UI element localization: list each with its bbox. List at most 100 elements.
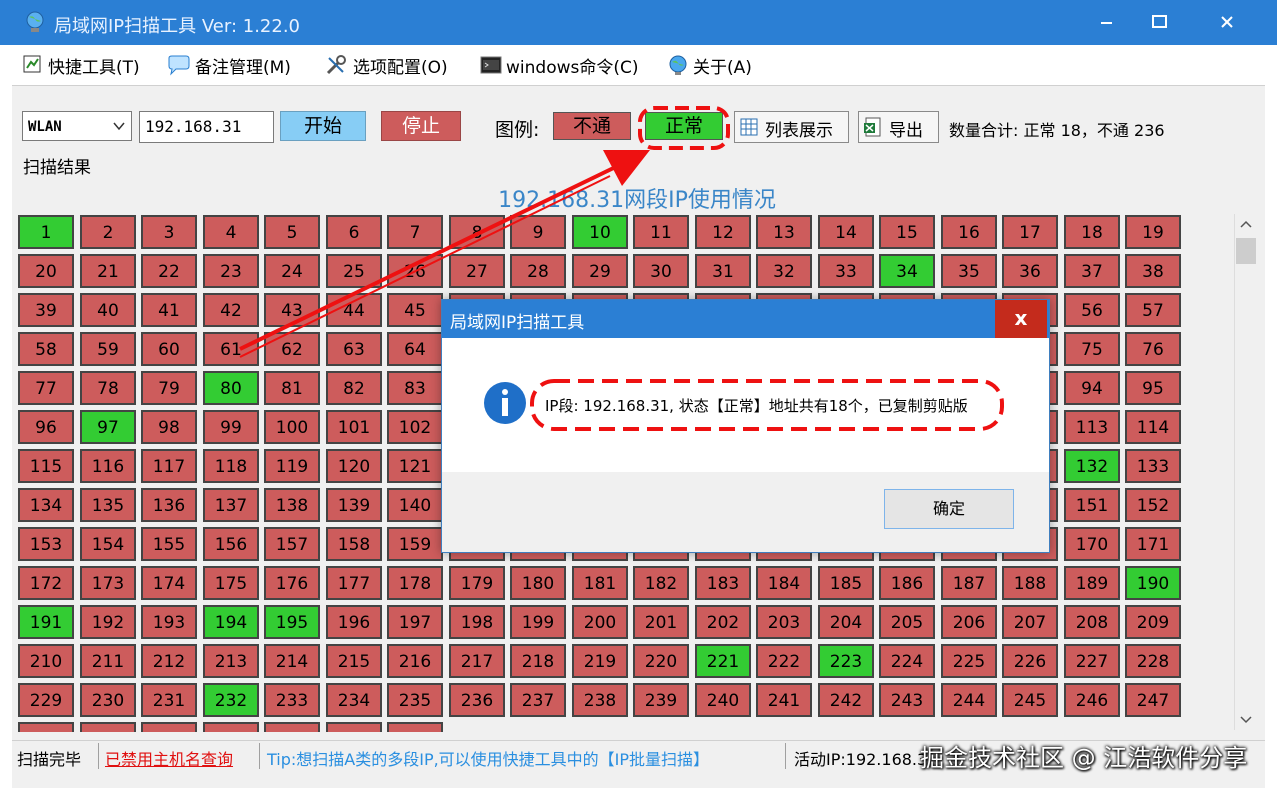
ip-cell-242[interactable]: 242 — [818, 683, 874, 717]
ip-cell-238[interactable]: 238 — [572, 683, 628, 717]
ip-cell-102[interactable]: 102 — [387, 410, 443, 444]
scroll-down-icon[interactable] — [1235, 710, 1257, 730]
ip-cell-245[interactable]: 245 — [1002, 683, 1058, 717]
ip-cell-100[interactable]: 100 — [264, 410, 320, 444]
ip-cell-59[interactable]: 59 — [80, 332, 136, 366]
ip-cell-185[interactable]: 185 — [818, 566, 874, 600]
ip-cell-189[interactable]: 189 — [1064, 566, 1120, 600]
ip-cell-184[interactable]: 184 — [756, 566, 812, 600]
ip-cell-82[interactable]: 82 — [326, 371, 382, 405]
ip-cell-75[interactable]: 75 — [1064, 332, 1120, 366]
ip-cell-98[interactable]: 98 — [141, 410, 197, 444]
ip-cell-41[interactable]: 41 — [141, 293, 197, 327]
ip-cell-97[interactable]: 97 — [80, 410, 136, 444]
ip-cell-135[interactable]: 135 — [80, 488, 136, 522]
ip-cell-26[interactable]: 26 — [387, 254, 443, 288]
ip-cell-236[interactable]: 236 — [449, 683, 505, 717]
ip-cell-43[interactable]: 43 — [264, 293, 320, 327]
ip-cell-249[interactable]: 249 — [80, 722, 136, 732]
ip-cell-212[interactable]: 212 — [141, 644, 197, 678]
ip-cell-252[interactable]: 252 — [264, 722, 320, 732]
ip-cell-240[interactable]: 240 — [695, 683, 751, 717]
ip-cell-96[interactable]: 96 — [18, 410, 74, 444]
ip-cell-83[interactable]: 83 — [387, 371, 443, 405]
ip-cell-35[interactable]: 35 — [941, 254, 997, 288]
ip-cell-196[interactable]: 196 — [326, 605, 382, 639]
ip-cell-251[interactable]: 251 — [203, 722, 259, 732]
menu-notes[interactable]: 备注管理(M) — [167, 53, 291, 78]
ip-cell-32[interactable]: 32 — [756, 254, 812, 288]
ip-cell-188[interactable]: 188 — [1002, 566, 1058, 600]
start-button[interactable]: 开始 — [280, 111, 366, 141]
ip-cell-14[interactable]: 14 — [818, 215, 874, 249]
ip-cell-62[interactable]: 62 — [264, 332, 320, 366]
ip-cell-139[interactable]: 139 — [326, 488, 382, 522]
ip-cell-38[interactable]: 38 — [1125, 254, 1181, 288]
ip-cell-206[interactable]: 206 — [941, 605, 997, 639]
close-button[interactable] — [1192, 0, 1262, 45]
ip-cell-231[interactable]: 231 — [141, 683, 197, 717]
ip-cell-13[interactable]: 13 — [756, 215, 812, 249]
ip-cell-220[interactable]: 220 — [633, 644, 689, 678]
adapter-select[interactable]: WLAN — [22, 111, 132, 141]
ip-cell-207[interactable]: 207 — [1002, 605, 1058, 639]
ip-cell-233[interactable]: 233 — [264, 683, 320, 717]
ip-cell-76[interactable]: 76 — [1125, 332, 1181, 366]
ip-cell-22[interactable]: 22 — [141, 254, 197, 288]
ip-cell-224[interactable]: 224 — [879, 644, 935, 678]
ip-cell-186[interactable]: 186 — [879, 566, 935, 600]
ip-prefix-input[interactable]: 192.168.31 — [139, 111, 274, 143]
ip-cell-246[interactable]: 246 — [1064, 683, 1120, 717]
ip-cell-36[interactable]: 36 — [1002, 254, 1058, 288]
ip-cell-154[interactable]: 154 — [80, 527, 136, 561]
ip-cell-81[interactable]: 81 — [264, 371, 320, 405]
ip-cell-234[interactable]: 234 — [326, 683, 382, 717]
ip-cell-80[interactable]: 80 — [203, 371, 259, 405]
ip-cell-157[interactable]: 157 — [264, 527, 320, 561]
ip-cell-158[interactable]: 158 — [326, 527, 382, 561]
ip-cell-204[interactable]: 204 — [818, 605, 874, 639]
ip-cell-179[interactable]: 179 — [449, 566, 505, 600]
ip-cell-116[interactable]: 116 — [80, 449, 136, 483]
ip-cell-152[interactable]: 152 — [1125, 488, 1181, 522]
ip-cell-250[interactable]: 250 — [141, 722, 197, 732]
ip-cell-170[interactable]: 170 — [1064, 527, 1120, 561]
ip-cell-219[interactable]: 219 — [572, 644, 628, 678]
ip-cell-187[interactable]: 187 — [941, 566, 997, 600]
ip-cell-21[interactable]: 21 — [80, 254, 136, 288]
ip-cell-244[interactable]: 244 — [941, 683, 997, 717]
ip-cell-153[interactable]: 153 — [18, 527, 74, 561]
ip-cell-195[interactable]: 195 — [264, 605, 320, 639]
ip-cell-247[interactable]: 247 — [1125, 683, 1181, 717]
ip-cell-203[interactable]: 203 — [756, 605, 812, 639]
ip-cell-171[interactable]: 171 — [1125, 527, 1181, 561]
ip-cell-218[interactable]: 218 — [510, 644, 566, 678]
legend-unreachable[interactable]: 不通 — [553, 112, 631, 140]
ip-cell-45[interactable]: 45 — [387, 293, 443, 327]
ip-cell-79[interactable]: 79 — [141, 371, 197, 405]
ip-cell-191[interactable]: 191 — [18, 605, 74, 639]
vertical-scrollbar[interactable] — [1234, 214, 1257, 730]
ip-cell-37[interactable]: 37 — [1064, 254, 1120, 288]
ip-cell-39[interactable]: 39 — [18, 293, 74, 327]
ip-cell-136[interactable]: 136 — [141, 488, 197, 522]
ip-cell-15[interactable]: 15 — [879, 215, 935, 249]
ip-cell-28[interactable]: 28 — [510, 254, 566, 288]
ip-cell-181[interactable]: 181 — [572, 566, 628, 600]
ip-cell-42[interactable]: 42 — [203, 293, 259, 327]
ip-cell-182[interactable]: 182 — [633, 566, 689, 600]
ip-cell-180[interactable]: 180 — [510, 566, 566, 600]
ip-cell-199[interactable]: 199 — [510, 605, 566, 639]
menu-windows-commands[interactable]: windows命令(C) — [480, 53, 639, 78]
ip-cell-24[interactable]: 24 — [264, 254, 320, 288]
ip-cell-151[interactable]: 151 — [1064, 488, 1120, 522]
ip-cell-118[interactable]: 118 — [203, 449, 259, 483]
hostname-disabled-link[interactable]: 已禁用主机名查询 — [105, 746, 233, 770]
ip-cell-197[interactable]: 197 — [387, 605, 443, 639]
ip-cell-175[interactable]: 175 — [203, 566, 259, 600]
ip-cell-133[interactable]: 133 — [1125, 449, 1181, 483]
ip-cell-155[interactable]: 155 — [141, 527, 197, 561]
ip-cell-94[interactable]: 94 — [1064, 371, 1120, 405]
ip-cell-202[interactable]: 202 — [695, 605, 751, 639]
ip-cell-209[interactable]: 209 — [1125, 605, 1181, 639]
